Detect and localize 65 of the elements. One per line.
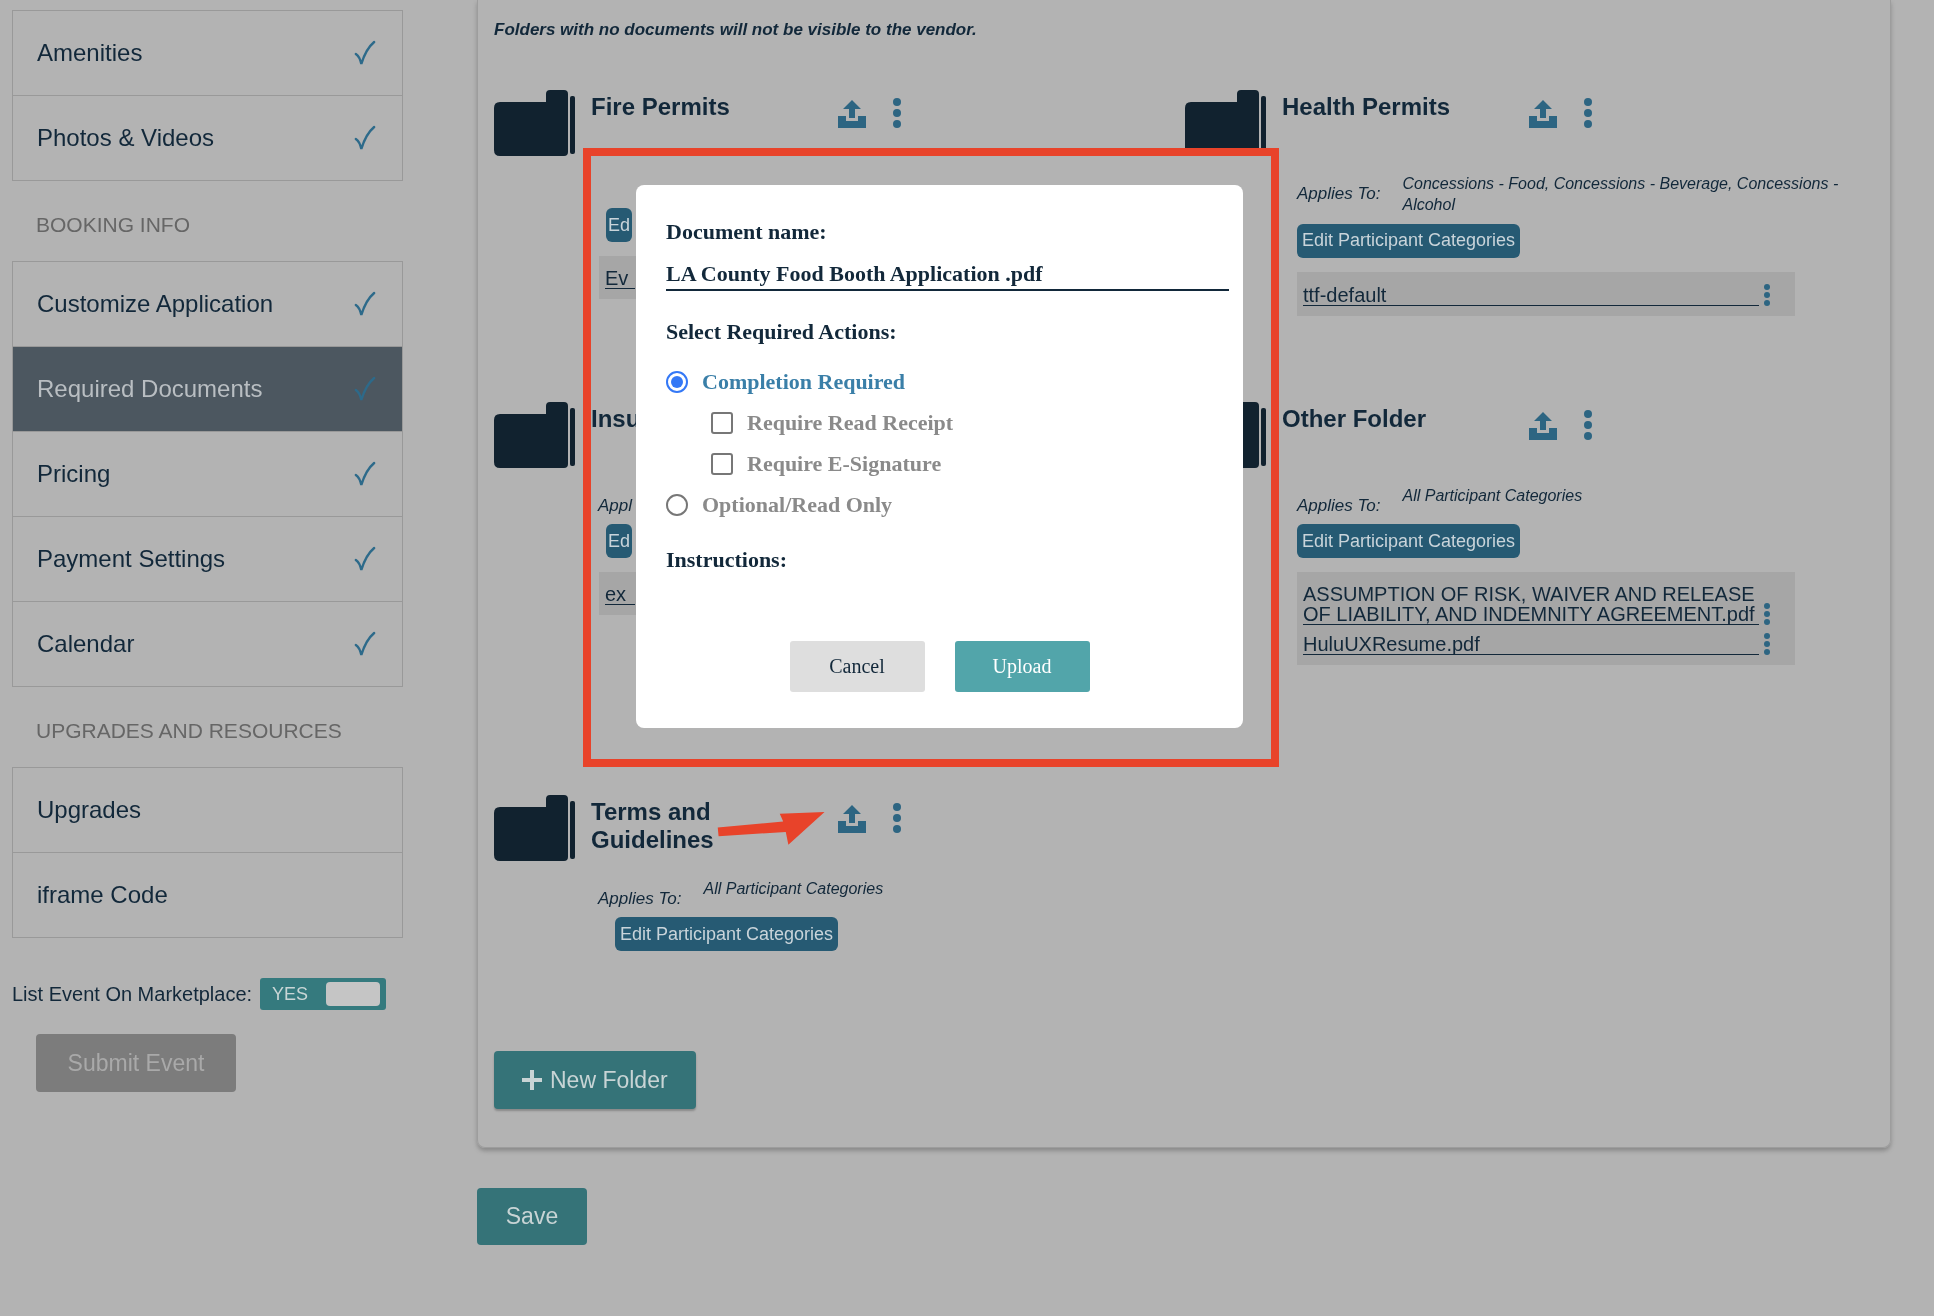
marketplace-toggle[interactable]: YES [260, 978, 387, 1010]
folder-title: Health Permits [1282, 93, 1451, 121]
document-link[interactable]: Ev [605, 268, 635, 289]
sidebar-item[interactable]: Customize Application [13, 262, 402, 346]
folder-icon [494, 402, 576, 468]
radio-button[interactable] [666, 370, 688, 393]
edit-categories-button[interactable]: Edit Participant Categories [1297, 223, 1521, 258]
folder-title: Terms and Guidelines [591, 798, 715, 854]
applies-label: Applies To: [1297, 495, 1381, 516]
more-icon[interactable] [892, 803, 902, 833]
sidebar-item[interactable]: Pricing [13, 431, 402, 516]
checkbox[interactable] [711, 411, 733, 434]
more-icon[interactable] [1583, 98, 1593, 128]
sidebar-item[interactable]: Required Documents [13, 346, 402, 431]
sidebar-item[interactable]: Amenities [13, 11, 402, 95]
upload-icon[interactable] [836, 803, 868, 835]
section-heading: UPGRADES AND RESOURCES [35, 718, 343, 744]
save-button[interactable]: Save [477, 1188, 587, 1245]
sidebar-item[interactable]: iframe Code [13, 852, 402, 937]
option-label[interactable]: Completion Required [702, 368, 906, 395]
plus-icon [522, 1070, 542, 1090]
applies-label: Applies To: [1297, 183, 1381, 204]
sidebar-item[interactable]: Photos & Videos [13, 95, 402, 180]
notice-text: Folders with no documents will not be visible to the vendor. [494, 20, 978, 41]
folder-icon [494, 90, 576, 156]
document-link[interactable]: HuluUXResume.pdf [1303, 634, 1759, 655]
applies-value: All Participant Categories [703, 879, 884, 899]
folder-icon [494, 795, 576, 861]
checkbox[interactable] [711, 452, 733, 475]
more-icon[interactable] [1763, 633, 1771, 655]
section-heading: BOOKING INFO [35, 212, 191, 238]
applies-value: Concessions - Food, Concessions - Beverage, Concessions - Alcohol [1402, 174, 1840, 215]
more-icon[interactable] [1763, 283, 1771, 306]
option-label[interactable]: Require Read Receipt [747, 409, 954, 436]
document-link[interactable]: ttf-default [1303, 284, 1759, 306]
document-link[interactable]: ASSUMPTION OF RISK, WAIVER AND RELEASE OF LIABILITY, AND INDEMNITY AGREEMENT.pdf [1303, 584, 1759, 625]
document-link[interactable]: ex [605, 584, 635, 605]
more-icon[interactable] [1763, 603, 1771, 625]
applies-value: All Participant Categories [1402, 486, 1583, 506]
new-folder-button[interactable]: New Folder [494, 1051, 696, 1109]
edit-categories-button[interactable]: Edit Participant Categories [615, 917, 839, 951]
actions-label: Select Required Actions: [666, 319, 898, 345]
edit-categories-button[interactable]: Ed [606, 524, 633, 558]
document-name-label: Document name: [666, 219, 828, 245]
cancel-button[interactable]: Cancel [789, 641, 925, 692]
upload-icon[interactable] [1527, 98, 1559, 130]
sidebar-item[interactable]: Calendar [13, 601, 402, 686]
option-label[interactable]: Require E-Signature [747, 450, 942, 477]
upload-icon[interactable] [836, 98, 868, 130]
radio-button[interactable] [666, 493, 688, 516]
edit-categories-button[interactable]: Ed [606, 208, 633, 242]
marketplace-label: List Event On Marketplace: [12, 982, 253, 1006]
document-name-field[interactable]: LA County Food Booth Application .pdf [666, 261, 1229, 291]
sidebar-item[interactable]: Payment Settings [13, 516, 402, 601]
instructions-label: Instructions: [666, 547, 788, 573]
folder-title: Fire Permits [591, 93, 730, 121]
applies-label: Appl [598, 495, 633, 516]
edit-categories-button[interactable]: Edit Participant Categories [1297, 524, 1521, 558]
upload-icon[interactable] [1527, 410, 1559, 442]
folder-title: Other Folder [1282, 405, 1426, 433]
more-icon[interactable] [892, 98, 902, 128]
option-label[interactable]: Optional/Read Only [702, 491, 893, 518]
applies-label: Applies To: [598, 888, 682, 909]
more-icon[interactable] [1583, 410, 1593, 440]
sidebar-item[interactable]: Upgrades [13, 768, 402, 852]
